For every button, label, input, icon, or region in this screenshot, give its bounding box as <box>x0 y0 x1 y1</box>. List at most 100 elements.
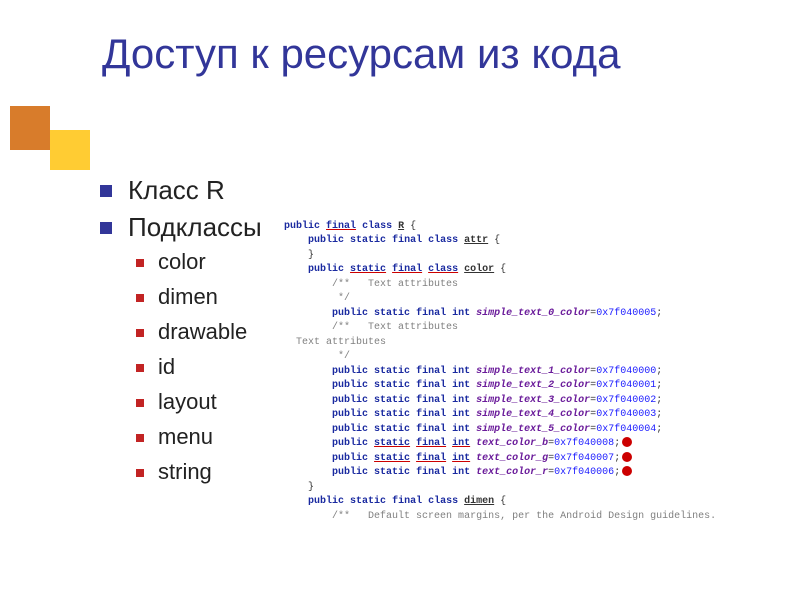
code-comment: Default screen margins, per the Android … <box>368 511 716 522</box>
code-comment: /** <box>332 511 350 522</box>
list-item: layout <box>158 389 217 414</box>
code-keyword: public <box>308 235 344 246</box>
code-number: 0x7f040000 <box>596 366 656 377</box>
bullet-l2: menu <box>100 424 262 450</box>
code-punct: ; <box>614 438 620 449</box>
code-keyword: public <box>332 453 368 464</box>
code-keyword: public <box>308 264 344 275</box>
code-identifier: simple_text_5_color <box>476 424 590 435</box>
bullet-l2: color <box>100 249 262 275</box>
code-comment: /** <box>332 279 350 290</box>
bullet-l1: Класс R <box>100 175 262 206</box>
code-comment: */ <box>332 293 350 304</box>
code-number: 0x7f040005 <box>596 308 656 319</box>
code-identifier: simple_text_0_color <box>476 308 590 319</box>
code-keyword: public <box>308 496 344 507</box>
code-keyword: int <box>452 438 470 449</box>
code-classname: R <box>398 221 404 232</box>
bullet-list: Класс R Подклассы color dimen drawable i… <box>100 175 262 494</box>
code-punct: ; <box>656 380 662 391</box>
code-keyword: public <box>332 424 368 435</box>
code-keyword: int <box>452 409 470 420</box>
code-punct: ; <box>656 409 662 420</box>
decor-orange-square <box>10 106 50 150</box>
list-item: Подклассы <box>128 212 262 242</box>
code-keyword: int <box>452 380 470 391</box>
code-keyword: public <box>284 221 320 232</box>
slide-title: Доступ к ресурсам из кода <box>102 30 620 77</box>
bullet-l2: dimen <box>100 284 262 310</box>
code-number: 0x7f040006 <box>554 467 614 478</box>
code-keyword: final <box>416 467 446 478</box>
code-identifier: simple_text_4_color <box>476 409 590 420</box>
code-snippet: public final class R { public static fin… <box>284 205 789 524</box>
code-number: 0x7f040007 <box>554 453 614 464</box>
bullet-l2: string <box>100 459 262 485</box>
code-number: 0x7f040004 <box>596 424 656 435</box>
bullet-l2: layout <box>100 389 262 415</box>
code-comment: Text attributes <box>296 337 386 348</box>
code-keyword: final <box>416 395 446 406</box>
code-punct: { <box>500 264 506 275</box>
code-keyword: static <box>374 409 410 420</box>
code-keyword: int <box>452 424 470 435</box>
bullet-l1: Подклассы <box>100 212 262 243</box>
bullet-l2: drawable <box>100 319 262 345</box>
list-item: menu <box>158 424 213 449</box>
code-keyword: class <box>428 496 458 507</box>
code-identifier: simple_text_1_color <box>476 366 590 377</box>
code-keyword: class <box>362 221 392 232</box>
code-identifier: text_color_b <box>476 438 548 449</box>
code-keyword: static <box>374 380 410 391</box>
code-number: 0x7f040002 <box>596 395 656 406</box>
code-comment: */ <box>332 351 350 362</box>
code-keyword: final <box>416 438 446 449</box>
code-classname: color <box>464 264 494 275</box>
code-keyword: public <box>332 366 368 377</box>
code-keyword: static <box>374 366 410 377</box>
code-number: 0x7f040003 <box>596 409 656 420</box>
code-keyword: public <box>332 409 368 420</box>
code-keyword: final <box>392 235 422 246</box>
code-keyword: public <box>332 438 368 449</box>
code-punct: ; <box>614 453 620 464</box>
code-keyword: final <box>392 264 422 275</box>
code-keyword: class <box>428 264 458 275</box>
code-keyword: final <box>416 308 446 319</box>
code-punct: ; <box>656 424 662 435</box>
code-identifier: text_color_r <box>476 467 548 478</box>
code-keyword: public <box>332 467 368 478</box>
breakpoint-dot-icon <box>622 452 632 462</box>
code-keyword: class <box>428 235 458 246</box>
code-keyword: int <box>452 453 470 464</box>
code-punct: } <box>308 250 314 261</box>
code-identifier: simple_text_3_color <box>476 395 590 406</box>
code-keyword: int <box>452 395 470 406</box>
list-item: color <box>158 249 206 274</box>
list-item: id <box>158 354 175 379</box>
breakpoint-dot-icon <box>622 466 632 476</box>
code-keyword: final <box>416 380 446 391</box>
code-keyword: static <box>374 308 410 319</box>
code-comment: Text attributes <box>368 279 458 290</box>
code-classname: dimen <box>464 496 494 507</box>
code-identifier: text_color_g <box>476 453 548 464</box>
code-keyword: final <box>416 409 446 420</box>
list-item: drawable <box>158 319 247 344</box>
code-punct: { <box>494 235 500 246</box>
code-punct: } <box>308 482 314 493</box>
code-keyword: final <box>416 453 446 464</box>
code-punct: ; <box>614 467 620 478</box>
code-number: 0x7f040001 <box>596 380 656 391</box>
code-punct: ; <box>656 395 662 406</box>
code-keyword: int <box>452 308 470 319</box>
list-item: dimen <box>158 284 218 309</box>
code-punct: ; <box>656 366 662 377</box>
code-keyword: int <box>452 467 470 478</box>
code-comment: /** <box>332 322 350 333</box>
breakpoint-dot-icon <box>622 437 632 447</box>
bullet-l2: id <box>100 354 262 380</box>
code-keyword: static <box>374 395 410 406</box>
code-keyword: public <box>332 395 368 406</box>
code-keyword: static <box>374 453 410 464</box>
